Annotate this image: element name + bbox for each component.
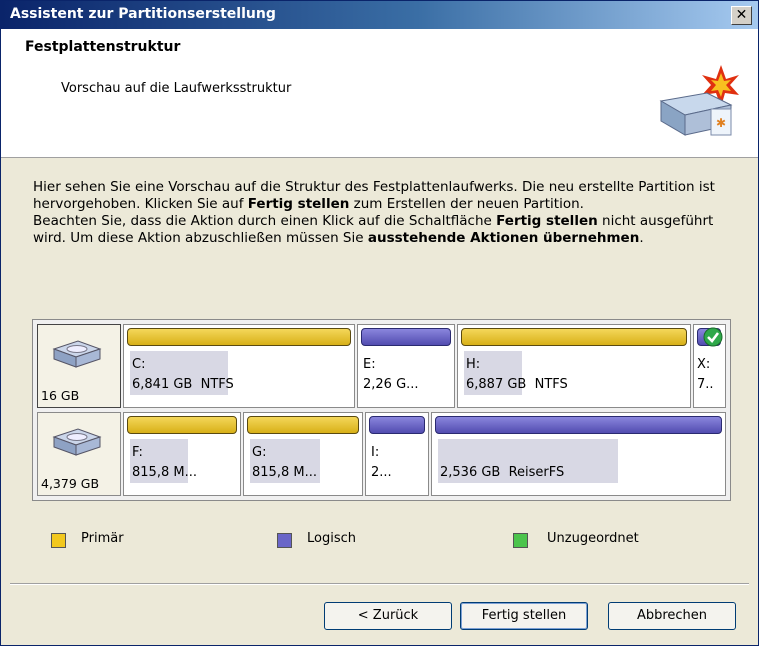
check-icon xyxy=(703,327,723,347)
partition-letter: G: xyxy=(252,445,267,460)
partition-info: 7.. xyxy=(697,377,714,392)
title-bar[interactable]: Assistent zur Partitionserstellung ✕ xyxy=(1,1,758,29)
partition-c[interactable]: C: 6,841 GB NTFS xyxy=(123,324,355,408)
legend-unassigned: Unzugeordnet xyxy=(547,531,639,546)
primary-bar xyxy=(461,328,687,346)
partition-info: 2,26 G... xyxy=(363,377,419,392)
primary-bar xyxy=(127,416,237,434)
cancel-button[interactable]: Abbrechen xyxy=(608,602,736,630)
partition-g[interactable]: G: 815,8 M... xyxy=(243,412,363,496)
partition-info: 6,887 GB NTFS xyxy=(466,377,568,392)
disk-1[interactable]: 16 GB xyxy=(37,324,121,408)
page-subtitle: Vorschau auf die Laufwerksstruktur xyxy=(61,81,292,96)
partition-letter: I: xyxy=(371,445,380,460)
unassigned-swatch xyxy=(513,533,528,548)
partition-letter: X: xyxy=(697,357,711,372)
finish-button[interactable]: Fertig stellen xyxy=(460,602,588,630)
logical-bar xyxy=(361,328,451,346)
partition-info: 815,8 M... xyxy=(252,465,317,480)
legend-primary: Primär xyxy=(81,531,124,546)
hard-disk-icon xyxy=(52,340,102,368)
page-title: Festplattenstruktur xyxy=(25,39,181,55)
close-button[interactable]: ✕ xyxy=(731,6,752,25)
partition-x[interactable]: X: 7.. xyxy=(693,324,726,408)
primary-swatch xyxy=(51,533,66,548)
logical-bar xyxy=(369,416,425,434)
partition-i[interactable]: I: 2... xyxy=(365,412,429,496)
disk-size: 16 GB xyxy=(41,388,80,403)
wizard-window: Assistent zur Partitionserstellung ✕ Fes… xyxy=(0,0,759,646)
partition-info: 2... xyxy=(371,465,392,480)
logical-swatch xyxy=(277,533,292,548)
primary-bar xyxy=(247,416,359,434)
partition-h[interactable]: H: 6,887 GB NTFS xyxy=(457,324,691,408)
partition-letter: H: xyxy=(466,357,481,372)
button-separator xyxy=(10,583,749,585)
logical-bar xyxy=(435,416,722,434)
partition-info: 6,841 GB NTFS xyxy=(132,377,234,392)
svg-text:✱: ✱ xyxy=(716,116,726,130)
disk-wizard-icon: ✱ xyxy=(659,65,739,136)
disk-map: 16 GB C: 6,841 GB NTFS E: 2,26 G... H: 6… xyxy=(32,319,731,501)
primary-bar xyxy=(127,328,351,346)
partition-reiserfs[interactable]: 2,536 GB ReiserFS xyxy=(431,412,726,496)
disk-2[interactable]: 4,379 GB xyxy=(37,412,121,496)
partition-letter: F: xyxy=(132,445,143,460)
partition-letter: C: xyxy=(132,357,146,372)
partition-f[interactable]: F: 815,8 M... xyxy=(123,412,241,496)
partition-info: 2,536 GB ReiserFS xyxy=(440,465,565,480)
partition-e[interactable]: E: 2,26 G... xyxy=(357,324,455,408)
partition-info: 815,8 M... xyxy=(132,465,197,480)
window-title: Assistent zur Partitionserstellung xyxy=(10,6,276,22)
partition-letter: E: xyxy=(363,357,376,372)
back-button[interactable]: < Zurück xyxy=(324,602,452,630)
description-text: Hier sehen Sie eine Vorschau auf die Str… xyxy=(33,179,715,246)
legend-logical: Logisch xyxy=(307,531,356,546)
hard-disk-icon xyxy=(52,428,102,456)
disk-size: 4,379 GB xyxy=(41,476,100,491)
